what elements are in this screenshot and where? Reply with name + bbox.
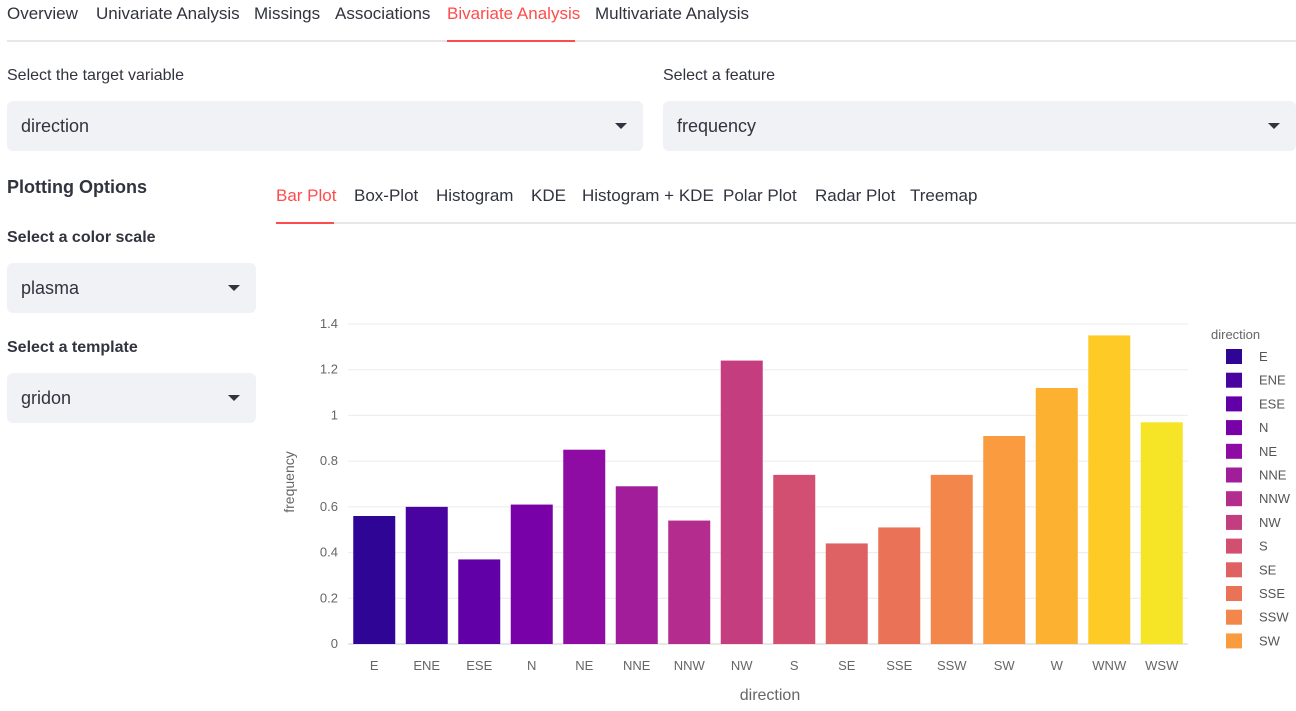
x-tick-label: E: [370, 658, 379, 673]
legend-swatch[interactable]: [1226, 586, 1242, 601]
x-tick-label: S: [790, 658, 799, 673]
x-tick-label: ESE: [466, 658, 492, 673]
bar-nw[interactable]: [720, 360, 763, 644]
legend-item-label[interactable]: NW: [1259, 515, 1281, 530]
y-tick-label: 0.6: [320, 499, 338, 514]
bar-sw[interactable]: [983, 436, 1026, 644]
legend-item-label[interactable]: E: [1259, 349, 1268, 364]
bar-nne[interactable]: [615, 486, 658, 644]
legend-swatch[interactable]: [1226, 538, 1242, 554]
legend-item-label[interactable]: ESE: [1259, 396, 1285, 411]
legend-swatch[interactable]: [1226, 562, 1242, 578]
x-tick-label: WNW: [1092, 658, 1127, 673]
legend-item-label[interactable]: NNW: [1259, 491, 1291, 506]
legend-item-label[interactable]: NNE: [1259, 468, 1287, 483]
x-axis-label: direction: [740, 687, 800, 704]
legend-item-label[interactable]: SW: [1259, 633, 1281, 648]
x-tick-label: ENE: [413, 658, 440, 673]
legend-item-label[interactable]: SE: [1259, 562, 1277, 577]
legend-swatch[interactable]: [1226, 491, 1242, 507]
bar-nnw[interactable]: [668, 520, 711, 644]
legend-swatch[interactable]: [1226, 420, 1242, 436]
x-tick-label: SW: [994, 658, 1016, 673]
bar-n[interactable]: [510, 504, 553, 644]
y-tick-label: 0.4: [320, 545, 338, 560]
bar-ne[interactable]: [563, 449, 606, 644]
x-tick-label: W: [1051, 658, 1064, 673]
y-tick-label: 1.4: [320, 316, 338, 331]
bar-s[interactable]: [773, 474, 816, 644]
legend-swatch[interactable]: [1226, 514, 1242, 530]
bar-e[interactable]: [353, 516, 396, 644]
legend-swatch[interactable]: [1226, 467, 1242, 483]
bar-wnw[interactable]: [1088, 335, 1131, 644]
x-tick-label: WSW: [1145, 658, 1179, 673]
legend-swatch[interactable]: [1226, 396, 1242, 412]
bar-ese[interactable]: [458, 559, 501, 644]
legend-swatch[interactable]: [1226, 609, 1242, 625]
bar-wsw[interactable]: [1140, 422, 1183, 644]
y-tick-label: 0: [331, 636, 338, 651]
legend-item-label[interactable]: N: [1259, 420, 1268, 435]
legend-item-label[interactable]: SSW: [1259, 610, 1289, 625]
bar-ene[interactable]: [405, 506, 448, 644]
bar-ssw[interactable]: [930, 474, 973, 644]
x-tick-label: SE: [838, 658, 856, 673]
legend-swatch[interactable]: [1226, 349, 1242, 364]
y-tick-label: 1.2: [320, 362, 338, 377]
x-tick-label: NNW: [674, 658, 706, 673]
x-tick-label: SSW: [937, 658, 967, 673]
legend-item-label[interactable]: NE: [1259, 444, 1277, 459]
bar-se[interactable]: [825, 543, 868, 644]
x-tick-label: N: [527, 658, 536, 673]
y-tick-label: 1: [331, 407, 338, 422]
legend-swatch[interactable]: [1226, 633, 1242, 649]
legend-title: direction: [1211, 327, 1260, 342]
bar-chart: 00.20.40.60.811.21.4 E ENE ESE N NE NNE NNW NW S…: [281, 316, 1291, 704]
y-axis-label: frequency: [281, 451, 297, 512]
x-tick-label: NE: [575, 658, 593, 673]
legend-swatch[interactable]: [1226, 372, 1242, 388]
legend-swatch[interactable]: [1226, 443, 1242, 459]
x-tick-label: NNE: [623, 658, 651, 673]
y-tick-label: 0.8: [320, 453, 338, 468]
legend-item-label[interactable]: ENE: [1259, 373, 1286, 388]
bar-sse[interactable]: [878, 527, 921, 644]
x-tick-label: SSE: [886, 658, 912, 673]
legend-item-label[interactable]: SSE: [1259, 586, 1285, 601]
legend-item-label[interactable]: S: [1259, 539, 1268, 554]
y-tick-label: 0.2: [320, 590, 338, 605]
x-tick-label: NW: [731, 658, 753, 673]
bar-w[interactable]: [1035, 388, 1078, 644]
